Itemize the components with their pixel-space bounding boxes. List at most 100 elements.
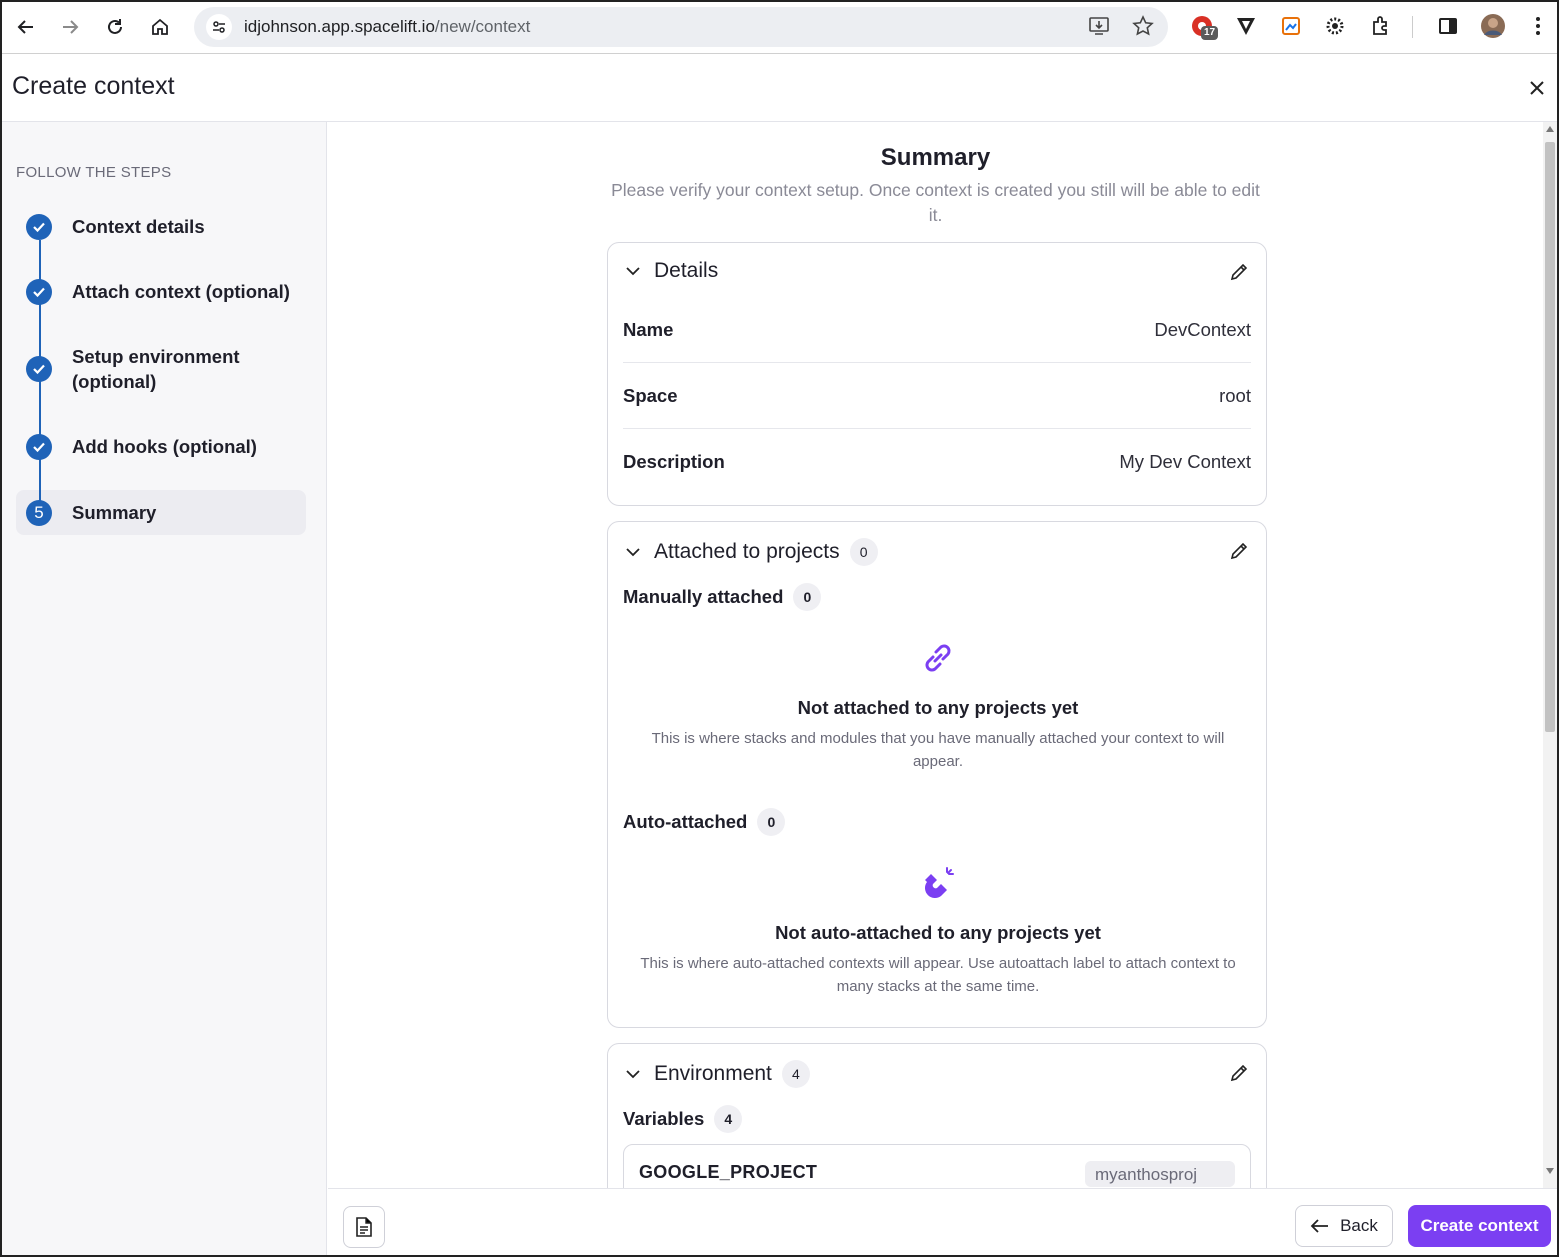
auto-attached-label: Auto-attached <box>623 811 748 832</box>
install-app-icon[interactable] <box>1088 15 1110 37</box>
count-badge: 4 <box>714 1105 743 1133</box>
manual-empty-title: Not attached to any projects yet <box>797 697 1079 718</box>
site-info-button[interactable] <box>206 14 232 40</box>
auto-attached-heading: Auto-attached 0 <box>623 808 786 836</box>
browser-toolbar: idjohnson.app.spacelift.io/new/context 1… <box>2 2 1557 54</box>
extension-badge: 17 <box>1201 26 1219 40</box>
arrow-left-icon <box>17 20 33 34</box>
app-frame: idjohnson.app.spacelift.io/new/context 1… <box>0 0 1559 1257</box>
reload-button[interactable] <box>93 5 137 49</box>
document-icon <box>356 1217 372 1237</box>
create-context-label: Create context <box>1420 1216 1539 1235</box>
manual-attached-label: Manually attached <box>623 586 784 607</box>
extensions-menu-button[interactable] <box>1367 12 1395 40</box>
address-bar[interactable]: idjohnson.app.spacelift.io/new/context <box>194 7 1168 47</box>
manual-empty-description: This is where stacks and modules that yo… <box>651 730 1225 770</box>
edit-pencil-icon[interactable] <box>1228 540 1250 562</box>
auto-empty-description: This is where auto-attached contexts wil… <box>640 955 1236 995</box>
edit-pencil-icon[interactable] <box>1228 261 1250 283</box>
auto-empty-title: Not auto-attached to any projects yet <box>775 922 1101 943</box>
bookmark-star-icon[interactable] <box>1132 15 1154 37</box>
step-context-details[interactable]: Context details <box>16 214 306 240</box>
create-context-button[interactable]: Create context <box>1408 1205 1551 1247</box>
step-add-hooks[interactable]: Add hooks (optional) <box>16 434 306 460</box>
step-complete-icon <box>26 434 52 460</box>
step-setup-environment[interactable]: Setup environment (optional) <box>16 344 306 394</box>
auto-empty-state: Not auto-attached to any projects yet Th… <box>638 862 1238 998</box>
attached-card-header[interactable]: Attached to projects 0 <box>624 538 878 566</box>
side-panel-icon <box>1439 18 1457 34</box>
ext-v-icon <box>1237 18 1255 35</box>
extension-sun-icon[interactable] <box>1321 12 1349 40</box>
forward-nav-button[interactable] <box>48 5 92 49</box>
environment-card-header[interactable]: Environment 4 <box>624 1060 810 1088</box>
step-label: Context details <box>72 216 205 237</box>
variables-label: Variables <box>623 1108 705 1129</box>
step-complete-icon <box>26 214 52 240</box>
chevron-down-icon <box>626 548 640 557</box>
ext-palette-icon <box>1282 17 1300 35</box>
extension-red-icon[interactable]: 17 <box>1188 12 1219 40</box>
documentation-button[interactable] <box>343 1206 385 1248</box>
step-complete-icon <box>26 356 52 382</box>
home-button[interactable] <box>138 5 182 49</box>
step-label: Add hooks (optional) <box>72 436 257 457</box>
details-title: Details <box>654 259 719 282</box>
url-path: /new/context <box>434 17 531 36</box>
count-badge: 0 <box>849 538 878 566</box>
variable-value: myanthosproj <box>1085 1161 1235 1187</box>
link-icon <box>925 644 951 672</box>
url-host: idjohnson.app.spacelift.io <box>244 17 435 36</box>
count-badge: 4 <box>781 1060 810 1088</box>
scroll-thumb[interactable] <box>1545 142 1555 732</box>
scroll-up-arrow[interactable] <box>1546 126 1554 132</box>
page-footer: Back Create context <box>328 1188 1557 1255</box>
main-content: Summary Please verify your context setup… <box>328 122 1557 1188</box>
avatar-icon <box>1481 14 1505 38</box>
edit-pencil-icon[interactable] <box>1228 1062 1250 1084</box>
environment-card: Environment 4 Variables 4 GOOGLE_PROJECT… <box>607 1043 1267 1188</box>
summary-title: Summary <box>880 144 991 171</box>
attached-card: Attached to projects 0 Manually attached… <box>607 521 1267 1028</box>
detail-row-space: Space root <box>623 363 1251 429</box>
step-complete-icon <box>26 279 52 305</box>
variables-heading: Variables 4 <box>623 1105 743 1133</box>
close-icon[interactable] <box>1527 78 1547 98</box>
chevron-down-icon <box>626 267 640 276</box>
main-scrollbar[interactable] <box>1543 122 1557 1188</box>
extension-vee-icon[interactable] <box>1232 12 1260 40</box>
back-button-label: Back <box>1340 1216 1378 1235</box>
variable-name: GOOGLE_PROJECT <box>639 1162 818 1182</box>
step-label: Setup environment (optional) <box>72 346 240 392</box>
attached-title: Attached to projects <box>654 540 840 563</box>
summary-subtitle: Please verify your context setup. Once c… <box>611 180 1260 225</box>
steps-heading: FOLLOW THE STEPS <box>16 164 172 181</box>
side-panel-button[interactable] <box>1434 12 1462 40</box>
reload-icon <box>108 19 122 34</box>
count-badge: 0 <box>757 808 786 836</box>
detail-value: My Dev Context <box>1119 451 1251 472</box>
tune-icon <box>213 21 225 33</box>
magnet-icon <box>925 867 954 898</box>
scroll-down-arrow[interactable] <box>1546 1168 1554 1174</box>
details-card-header[interactable]: Details <box>624 259 718 283</box>
url-text: idjohnson.app.spacelift.io/new/context <box>244 17 530 37</box>
environment-title: Environment <box>654 1062 772 1085</box>
profile-avatar[interactable] <box>1479 12 1507 40</box>
extension-color-icon[interactable] <box>1277 12 1305 40</box>
browser-menu-button[interactable] <box>1524 12 1552 40</box>
page-title: Create context <box>12 72 175 100</box>
page-header: Create context <box>2 54 1557 122</box>
back-button[interactable]: Back <box>1295 1205 1393 1247</box>
details-card: Details Name DevContext Space root Descr… <box>607 242 1267 506</box>
step-summary[interactable]: 5 Summary <box>16 490 306 535</box>
detail-key: Description <box>623 451 725 472</box>
ext-gear-sun-icon <box>1326 17 1344 35</box>
back-nav-button[interactable] <box>4 5 48 49</box>
detail-key: Name <box>623 318 674 340</box>
detail-row-description: Description My Dev Context <box>623 429 1251 495</box>
step-attach-context[interactable]: Attach context (optional) <box>16 279 306 305</box>
puzzle-icon <box>1373 16 1387 35</box>
variable-item[interactable]: GOOGLE_PROJECT myanthosproj <box>623 1144 1251 1188</box>
step-number-badge: 5 <box>26 499 52 526</box>
